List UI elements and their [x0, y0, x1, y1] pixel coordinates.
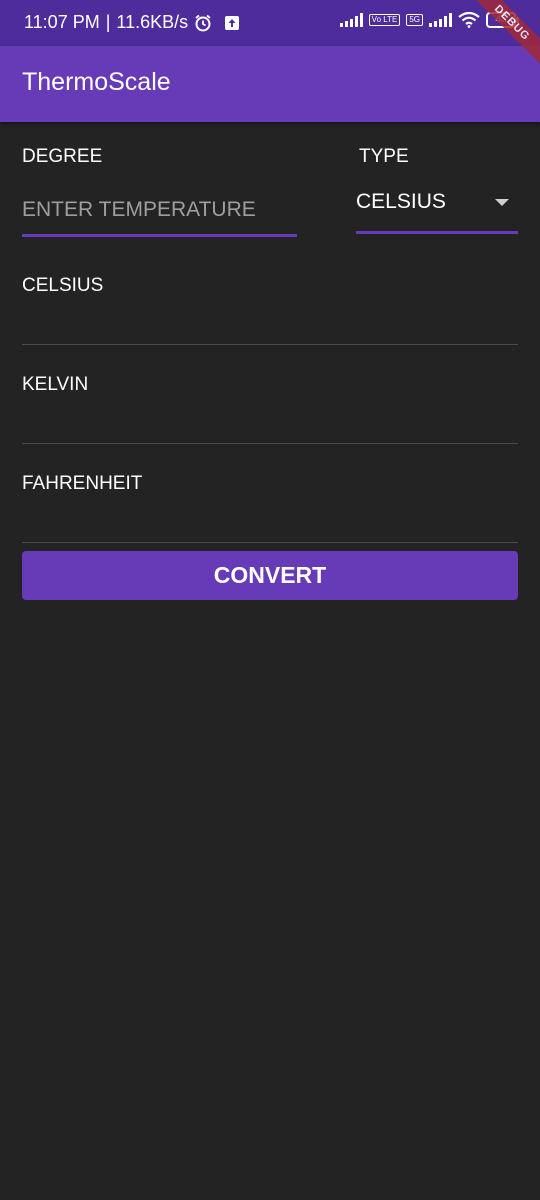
screen: 11:07 PM | 11.6KB/s Vo LTE 5G ThermoScal… [0, 0, 540, 1200]
status-left: 11:07 PM | 11.6KB/s [24, 12, 240, 33]
signal-icon-2 [429, 13, 452, 27]
upload-icon [225, 15, 240, 30]
status-right: Vo LTE 5G 45 [339, 12, 519, 28]
celsius-result-label: CELSIUS [22, 275, 104, 296]
temperature-input-underline [22, 234, 297, 237]
app-title: ThermoScale [22, 68, 171, 96]
status-time: 11:07 PM [24, 12, 100, 32]
wifi-icon [458, 12, 480, 28]
network-5g-badge: 5G [406, 14, 423, 26]
fahrenheit-result-label: FAHRENHEIT [22, 473, 143, 494]
status-speed: 11.6KB/s [116, 12, 189, 32]
alarm-icon [195, 14, 211, 31]
degree-label: DEGREE [22, 146, 103, 167]
volte-badge: Vo LTE [368, 14, 401, 26]
status-bar: 11:07 PM | 11.6KB/s Vo LTE 5G [0, 0, 540, 46]
type-dropdown[interactable]: CELSIUS [356, 190, 446, 214]
dropdown-arrow-icon[interactable] [495, 199, 509, 206]
fahrenheit-divider [22, 542, 518, 543]
temperature-input[interactable]: ENTER TEMPERATURE [22, 198, 256, 222]
status-separator: | [105, 12, 111, 32]
kelvin-divider [22, 443, 518, 444]
app-bar: ThermoScale [0, 46, 540, 122]
signal-icon [339, 13, 363, 27]
convert-button[interactable]: CONVERT [22, 551, 518, 600]
type-label: TYPE [359, 146, 409, 167]
kelvin-result-label: KELVIN [22, 374, 89, 395]
type-dropdown-underline [356, 231, 518, 234]
celsius-divider [22, 344, 518, 345]
